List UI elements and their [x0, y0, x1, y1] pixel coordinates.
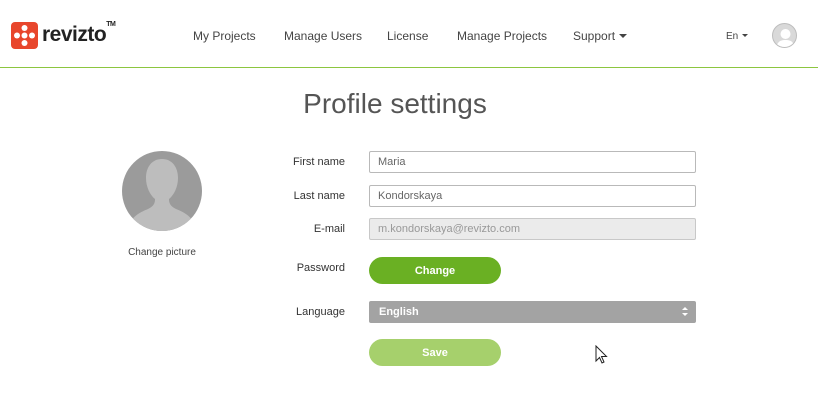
revizto-logo[interactable]: reviztoTM [11, 21, 116, 49]
top-header: reviztoTM My Projects Manage Users Licen… [0, 0, 818, 68]
last-name-label: Last name [293, 190, 345, 202]
mouse-cursor-icon [595, 344, 609, 370]
nav-manage-users[interactable]: Manage Users [284, 29, 362, 43]
nav-support[interactable]: Support [573, 29, 628, 43]
language-short-label: En [726, 31, 739, 42]
select-arrows-icon [682, 307, 688, 317]
user-avatar-icon[interactable] [772, 23, 797, 48]
language-label: Language [296, 306, 345, 318]
nav-my-projects[interactable]: My Projects [193, 29, 256, 43]
password-label: Password [296, 262, 345, 274]
nav-support-label: Support [573, 29, 616, 43]
nav-manage-projects[interactable]: Manage Projects [457, 29, 547, 43]
chevron-down-icon [619, 33, 628, 38]
revizto-logo-icon [11, 21, 38, 49]
email-label: E-mail [313, 223, 345, 235]
language-switcher[interactable]: En [726, 31, 749, 42]
email-input[interactable] [369, 218, 696, 240]
first-name-label: First name [293, 156, 345, 168]
change-password-button[interactable]: Change [369, 257, 501, 284]
language-select-value: English [379, 306, 419, 318]
page-title: Profile settings [303, 88, 487, 119]
nav-license[interactable]: License [387, 29, 428, 43]
profile-picture[interactable] [122, 151, 202, 231]
language-select[interactable]: English [369, 301, 696, 323]
last-name-input[interactable] [369, 185, 696, 207]
first-name-input[interactable] [369, 151, 696, 173]
avatar-silhouette-icon [126, 159, 198, 231]
chevron-down-icon [742, 33, 749, 37]
save-button[interactable]: Save [369, 339, 501, 366]
logo-wordmark: reviztoTM [42, 21, 116, 46]
change-picture-link[interactable]: Change picture [100, 247, 224, 258]
